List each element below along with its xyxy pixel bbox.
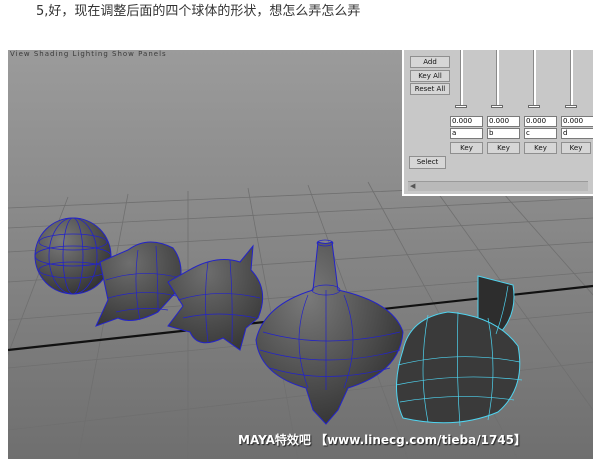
slider-b-name[interactable]: b	[487, 128, 520, 139]
slider-a-key-button[interactable]: Key	[450, 142, 483, 154]
slider-d-track[interactable]	[570, 50, 573, 108]
blendshape-panel: Add Key All Reset All 0.000 a Key 0.000 …	[402, 50, 593, 196]
viewport-menu-bar[interactable]: View Shading Lighting Show Panels	[10, 50, 167, 59]
slider-b-key-button[interactable]: Key	[487, 142, 520, 154]
slider-d-name[interactable]: d	[561, 128, 593, 139]
slider-a-handle[interactable]	[455, 105, 467, 108]
slider-c-value[interactable]: 0.000	[524, 116, 557, 127]
slider-a-track[interactable]	[460, 50, 463, 108]
slider-d-key-button[interactable]: Key	[561, 142, 591, 154]
watermark-text: MAYA特效吧 【www.linecg.com/tieba/1745】	[238, 433, 527, 447]
slider-c-handle[interactable]	[528, 105, 540, 108]
slider-d-value[interactable]: 0.000	[561, 116, 593, 127]
slider-d-handle[interactable]	[565, 105, 577, 108]
slider-a-value[interactable]: 0.000	[450, 116, 483, 127]
key-all-button[interactable]: Key All	[410, 70, 450, 82]
slider-b-track[interactable]	[496, 50, 499, 108]
slider-a-name[interactable]: a	[450, 128, 483, 139]
slider-c-track[interactable]	[533, 50, 536, 108]
slider-c-name[interactable]: c	[524, 128, 557, 139]
slider-b-handle[interactable]	[491, 105, 503, 108]
slider-b-value[interactable]: 0.000	[487, 116, 520, 127]
reset-all-button[interactable]: Reset All	[410, 83, 450, 95]
slider-c-key-button[interactable]: Key	[524, 142, 557, 154]
scroll-left-arrow-icon[interactable]: ◀	[410, 182, 415, 191]
panel-horizontal-scrollbar[interactable]: ◀	[408, 181, 588, 191]
caption-text: 5,好，现在调整后面的四个球体的形状，想怎么弄怎么弄	[36, 4, 361, 19]
add-button[interactable]: Add	[410, 56, 450, 68]
sphere-1[interactable]	[34, 217, 112, 295]
select-button[interactable]: Select	[409, 156, 446, 169]
